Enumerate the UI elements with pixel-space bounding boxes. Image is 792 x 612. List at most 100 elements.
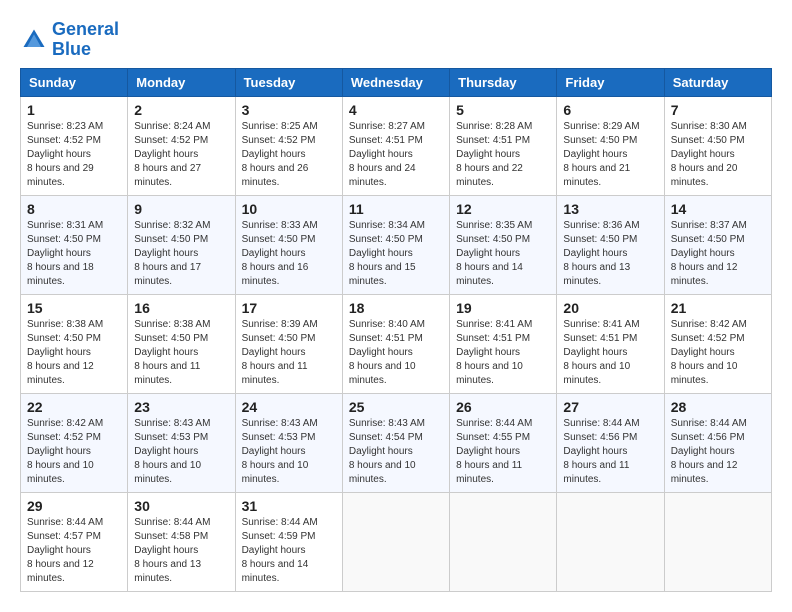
calendar-cell — [557, 492, 664, 591]
calendar-cell: 28 Sunrise: 8:44 AMSunset: 4:56 PMDayligh… — [664, 393, 771, 492]
calendar-cell: 21 Sunrise: 8:42 AMSunset: 4:52 PMDayligh… — [664, 294, 771, 393]
calendar-cell: 9 Sunrise: 8:32 AMSunset: 4:50 PMDaylight… — [128, 195, 235, 294]
calendar-cell — [450, 492, 557, 591]
calendar-cell: 5 Sunrise: 8:28 AMSunset: 4:51 PMDaylight… — [450, 96, 557, 195]
page-header: General Blue — [20, 20, 772, 60]
day-number: 3 — [242, 102, 336, 118]
day-number: 31 — [242, 498, 336, 514]
calendar-cell: 10 Sunrise: 8:33 AMSunset: 4:50 PMDayligh… — [235, 195, 342, 294]
calendar-cell: 12 Sunrise: 8:35 AMSunset: 4:50 PMDayligh… — [450, 195, 557, 294]
calendar-cell: 1 Sunrise: 8:23 AMSunset: 4:52 PMDaylight… — [21, 96, 128, 195]
day-info: Sunrise: 8:43 AMSunset: 4:53 PMDaylight … — [134, 417, 228, 487]
weekday-header-tuesday: Tuesday — [235, 68, 342, 96]
calendar-cell: 2 Sunrise: 8:24 AMSunset: 4:52 PMDaylight… — [128, 96, 235, 195]
day-number: 29 — [27, 498, 121, 514]
day-info: Sunrise: 8:23 AMSunset: 4:52 PMDaylight … — [27, 120, 121, 190]
day-number: 9 — [134, 201, 228, 217]
day-info: Sunrise: 8:36 AMSunset: 4:50 PMDaylight … — [563, 219, 657, 289]
day-info: Sunrise: 8:43 AMSunset: 4:53 PMDaylight … — [242, 417, 336, 487]
day-info: Sunrise: 8:41 AMSunset: 4:51 PMDaylight … — [563, 318, 657, 388]
calendar-cell: 25 Sunrise: 8:43 AMSunset: 4:54 PMDayligh… — [342, 393, 449, 492]
day-info: Sunrise: 8:42 AMSunset: 4:52 PMDaylight … — [27, 417, 121, 487]
day-number: 6 — [563, 102, 657, 118]
day-number: 16 — [134, 300, 228, 316]
calendar-cell: 31 Sunrise: 8:44 AMSunset: 4:59 PMDayligh… — [235, 492, 342, 591]
day-number: 5 — [456, 102, 550, 118]
day-number: 4 — [349, 102, 443, 118]
calendar-cell: 17 Sunrise: 8:39 AMSunset: 4:50 PMDayligh… — [235, 294, 342, 393]
calendar-cell: 16 Sunrise: 8:38 AMSunset: 4:50 PMDayligh… — [128, 294, 235, 393]
day-info: Sunrise: 8:44 AMSunset: 4:58 PMDaylight … — [134, 516, 228, 586]
weekday-header-saturday: Saturday — [664, 68, 771, 96]
day-info: Sunrise: 8:38 AMSunset: 4:50 PMDaylight … — [134, 318, 228, 388]
calendar-cell: 8 Sunrise: 8:31 AMSunset: 4:50 PMDaylight… — [21, 195, 128, 294]
day-info: Sunrise: 8:37 AMSunset: 4:50 PMDaylight … — [671, 219, 765, 289]
day-info: Sunrise: 8:24 AMSunset: 4:52 PMDaylight … — [134, 120, 228, 190]
calendar-cell: 3 Sunrise: 8:25 AMSunset: 4:52 PMDaylight… — [235, 96, 342, 195]
day-info: Sunrise: 8:39 AMSunset: 4:50 PMDaylight … — [242, 318, 336, 388]
day-number: 26 — [456, 399, 550, 415]
day-info: Sunrise: 8:25 AMSunset: 4:52 PMDaylight … — [242, 120, 336, 190]
calendar-cell — [664, 492, 771, 591]
calendar-cell: 15 Sunrise: 8:38 AMSunset: 4:50 PMDayligh… — [21, 294, 128, 393]
calendar-cell: 26Sunrise: 8:44 AMSunset: 4:55 PMDayligh… — [450, 393, 557, 492]
day-info: Sunrise: 8:28 AMSunset: 4:51 PMDaylight … — [456, 120, 550, 190]
day-number: 17 — [242, 300, 336, 316]
calendar-cell: 7 Sunrise: 8:30 AMSunset: 4:50 PMDaylight… — [664, 96, 771, 195]
day-number: 8 — [27, 201, 121, 217]
day-info: Sunrise: 8:40 AMSunset: 4:51 PMDaylight … — [349, 318, 443, 388]
day-number: 25 — [349, 399, 443, 415]
calendar-cell: 27Sunrise: 8:44 AMSunset: 4:56 PMDayligh… — [557, 393, 664, 492]
day-number: 21 — [671, 300, 765, 316]
day-number: 2 — [134, 102, 228, 118]
day-info: Sunrise: 8:44 AMSunset: 4:56 PMDaylight … — [671, 417, 765, 487]
day-number: 12 — [456, 201, 550, 217]
calendar-cell: 19 Sunrise: 8:41 AMSunset: 4:51 PMDayligh… — [450, 294, 557, 393]
day-info: Sunrise: 8:41 AMSunset: 4:51 PMDaylight … — [456, 318, 550, 388]
weekday-header-friday: Friday — [557, 68, 664, 96]
weekday-header-wednesday: Wednesday — [342, 68, 449, 96]
day-info: Sunrise: 8:44 AMSunset: 4:57 PMDaylight … — [27, 516, 121, 586]
calendar-cell: 14 Sunrise: 8:37 AMSunset: 4:50 PMDayligh… — [664, 195, 771, 294]
day-info: Sunrise: 8:29 AMSunset: 4:50 PMDaylight … — [563, 120, 657, 190]
day-info: Sunrise: 8:43 AMSunset: 4:54 PMDaylight … — [349, 417, 443, 487]
day-number: 11 — [349, 201, 443, 217]
day-number: 22 — [27, 399, 121, 415]
calendar-cell: 20 Sunrise: 8:41 AMSunset: 4:51 PMDayligh… — [557, 294, 664, 393]
logo-icon — [20, 26, 48, 54]
day-info: Sunrise: 8:42 AMSunset: 4:52 PMDaylight … — [671, 318, 765, 388]
day-info: Sunrise: 8:44 AMSunset: 4:59 PMDaylight … — [242, 516, 336, 586]
day-number: 7 — [671, 102, 765, 118]
calendar-cell: 6 Sunrise: 8:29 AMSunset: 4:50 PMDaylight… — [557, 96, 664, 195]
calendar-cell: 18 Sunrise: 8:40 AMSunset: 4:51 PMDayligh… — [342, 294, 449, 393]
calendar-cell — [342, 492, 449, 591]
day-info: Sunrise: 8:38 AMSunset: 4:50 PMDaylight … — [27, 318, 121, 388]
weekday-header-thursday: Thursday — [450, 68, 557, 96]
day-number: 13 — [563, 201, 657, 217]
day-info: Sunrise: 8:30 AMSunset: 4:50 PMDaylight … — [671, 120, 765, 190]
day-number: 20 — [563, 300, 657, 316]
day-number: 10 — [242, 201, 336, 217]
day-info: Sunrise: 8:34 AMSunset: 4:50 PMDaylight … — [349, 219, 443, 289]
day-number: 27 — [563, 399, 657, 415]
day-info: Sunrise: 8:33 AMSunset: 4:50 PMDaylight … — [242, 219, 336, 289]
day-number: 1 — [27, 102, 121, 118]
day-number: 19 — [456, 300, 550, 316]
calendar-cell: 11 Sunrise: 8:34 AMSunset: 4:50 PMDayligh… — [342, 195, 449, 294]
day-number: 28 — [671, 399, 765, 415]
calendar-cell: 24 Sunrise: 8:43 AMSunset: 4:53 PMDayligh… — [235, 393, 342, 492]
day-info: Sunrise: 8:35 AMSunset: 4:50 PMDaylight … — [456, 219, 550, 289]
calendar-cell: 22 Sunrise: 8:42 AMSunset: 4:52 PMDayligh… — [21, 393, 128, 492]
day-number: 30 — [134, 498, 228, 514]
day-info: Sunrise: 8:31 AMSunset: 4:50 PMDaylight … — [27, 219, 121, 289]
calendar-cell: 23 Sunrise: 8:43 AMSunset: 4:53 PMDayligh… — [128, 393, 235, 492]
calendar-cell: 13 Sunrise: 8:36 AMSunset: 4:50 PMDayligh… — [557, 195, 664, 294]
logo-text: General Blue — [52, 20, 119, 60]
day-number: 14 — [671, 201, 765, 217]
day-number: 15 — [27, 300, 121, 316]
day-info: Sunrise: 8:32 AMSunset: 4:50 PMDaylight … — [134, 219, 228, 289]
day-number: 24 — [242, 399, 336, 415]
weekday-header-sunday: Sunday — [21, 68, 128, 96]
day-number: 23 — [134, 399, 228, 415]
day-number: 18 — [349, 300, 443, 316]
